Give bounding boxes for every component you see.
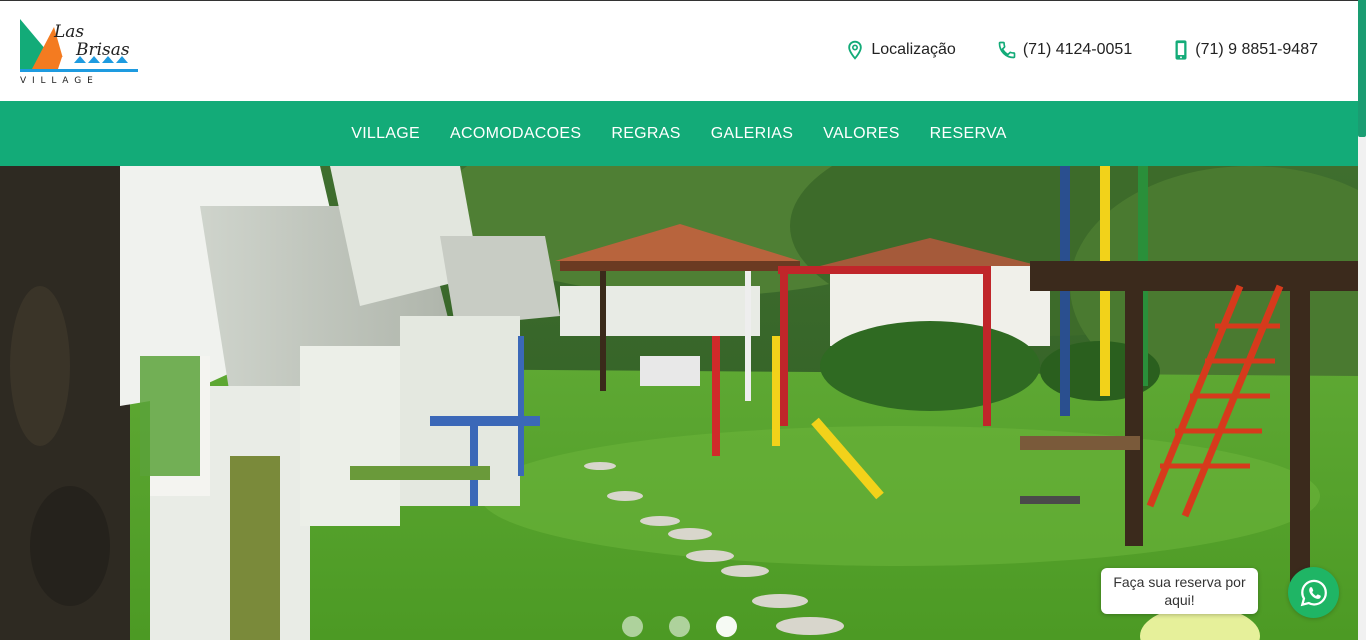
- slide-dot-3[interactable]: [716, 616, 737, 637]
- logo-text-village: V I L L A G E: [20, 76, 94, 85]
- slide-dot-2[interactable]: [669, 616, 690, 637]
- mobile-link[interactable]: (71) 9 8851-9487: [1173, 39, 1318, 61]
- nav-item-galerias[interactable]: GALERIAS: [711, 125, 793, 143]
- mobile-label: (71) 9 8851-9487: [1195, 41, 1318, 58]
- site-logo[interactable]: Las Brisas V I L L A G E: [18, 17, 140, 86]
- scrollbar-thumb[interactable]: [1358, 0, 1366, 137]
- contact-bar: Localização (71) 4124-0051 (71) 9 8851-9…: [804, 39, 1318, 61]
- phone-icon: [998, 41, 1016, 59]
- map-pin-icon: [848, 40, 863, 60]
- whatsapp-tooltip[interactable]: Faça sua reserva por aqui!: [1101, 568, 1258, 614]
- location-label: Localização: [871, 41, 956, 58]
- nav-item-village[interactable]: VILLAGE: [351, 125, 420, 143]
- smartphone-icon: [1175, 40, 1187, 60]
- page-scrollbar[interactable]: [1358, 0, 1366, 640]
- nav-item-regras[interactable]: REGRAS: [611, 125, 680, 143]
- logo-text-brisas: Brisas: [75, 40, 130, 60]
- nav-item-acomodacoes[interactable]: ACOMODACOES: [450, 125, 581, 143]
- nav-item-valores[interactable]: VALORES: [823, 125, 900, 143]
- slider-pagination: [622, 616, 763, 637]
- whatsapp-button[interactable]: [1288, 567, 1339, 618]
- slide-dot-1[interactable]: [622, 616, 643, 637]
- main-nav: VILLAGE ACOMODACOES REGRAS GALERIAS VALO…: [0, 101, 1358, 166]
- nav-item-reserva[interactable]: RESERVA: [930, 125, 1007, 143]
- nav-links: VILLAGE ACOMODACOES REGRAS GALERIAS VALO…: [336, 125, 1022, 143]
- phone-label: (71) 4124-0051: [1022, 41, 1133, 58]
- top-header: Las Brisas V I L L A G E Localização (71…: [0, 0, 1358, 101]
- logo-text-las: Las: [53, 22, 84, 42]
- location-link[interactable]: Localização: [845, 39, 956, 61]
- logo-mark: Las Brisas V I L L A G E: [20, 19, 138, 86]
- whatsapp-icon: [1300, 579, 1327, 606]
- page: Las Brisas V I L L A G E Localização (71…: [0, 0, 1358, 640]
- phone-link[interactable]: (71) 4124-0051: [997, 40, 1132, 60]
